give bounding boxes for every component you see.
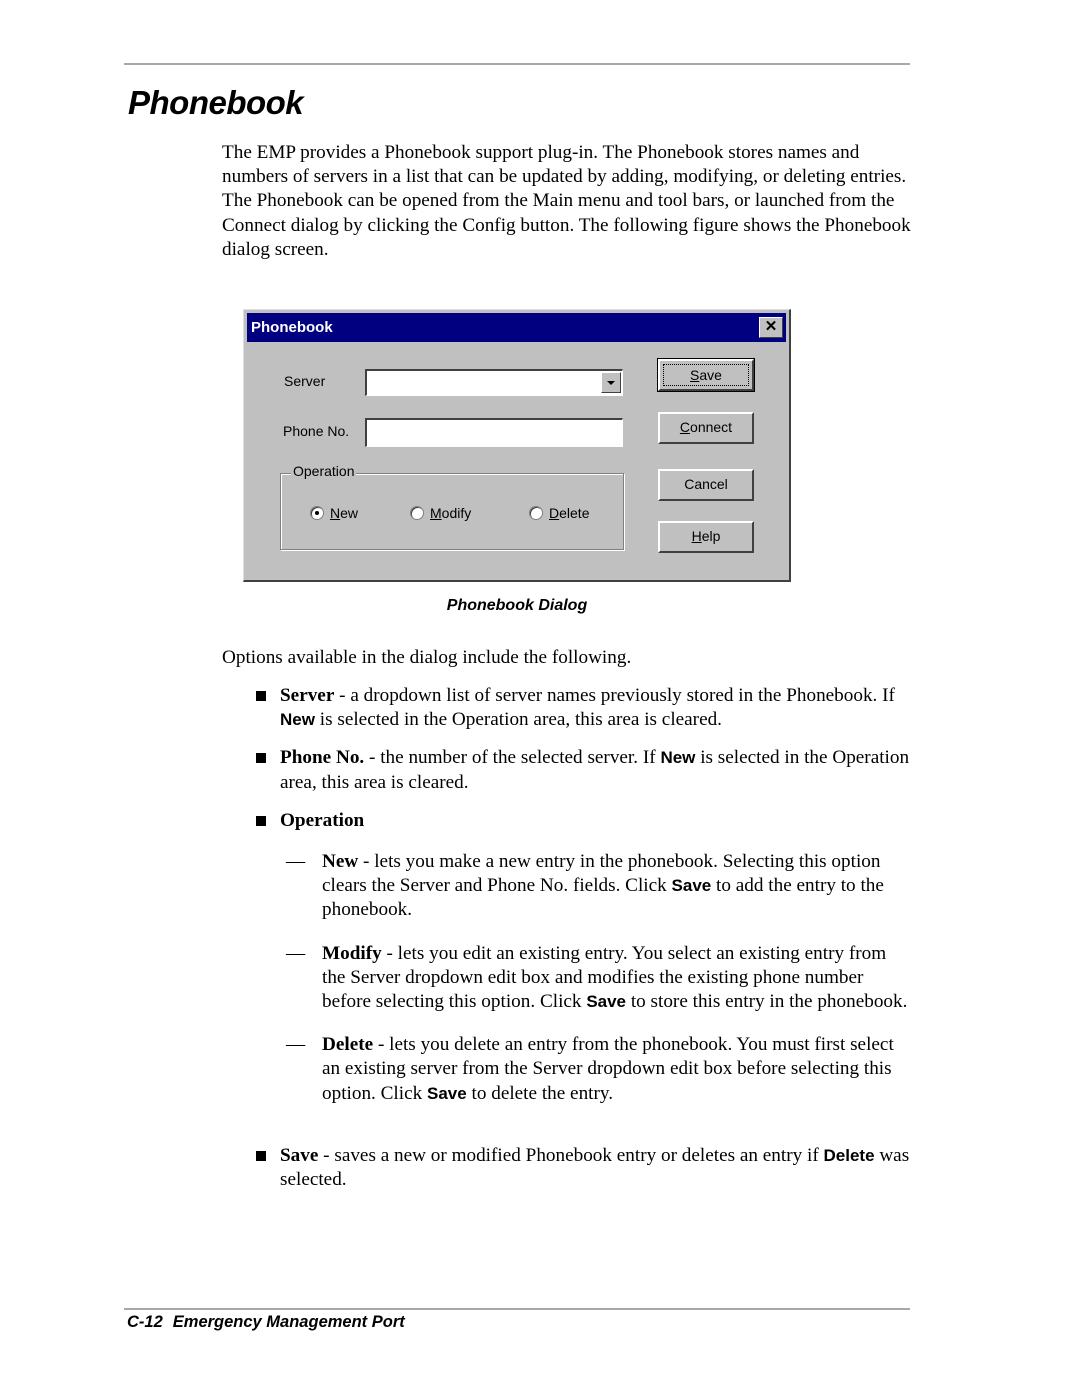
operation-label: Operation	[291, 463, 357, 479]
dash-icon: —	[286, 851, 306, 872]
header-rule	[124, 63, 910, 65]
footer-section: Emergency Management Port	[172, 1313, 405, 1331]
operation-sublist: — New - lets you make a new entry in the …	[286, 850, 912, 1125]
operation-group: Operation New Modify Delete	[280, 463, 624, 550]
server-dropdown[interactable]	[365, 369, 623, 396]
connect-button[interactable]: Connect	[658, 412, 754, 444]
options-list-continued: Save - saves a new or modified Phonebook…	[252, 1144, 912, 1206]
list-item-save: Save - saves a new or modified Phonebook…	[252, 1144, 912, 1192]
radio-modify[interactable]: Modify	[410, 505, 471, 521]
sublist-item-modify: — Modify - lets you edit an existing entr…	[286, 942, 908, 1013]
bullet-square-icon	[256, 1151, 266, 1161]
figure-caption: Phonebook Dialog	[446, 597, 588, 614]
focus-rect: Save	[663, 364, 749, 386]
save-button[interactable]: Save	[657, 358, 755, 392]
page-title: Phonebook	[128, 84, 304, 121]
radio-delete[interactable]: Delete	[529, 505, 589, 521]
radio-delete-label: Delete	[549, 505, 590, 521]
close-button[interactable]: ✕	[759, 317, 783, 338]
cancel-button[interactable]: Cancel	[658, 469, 754, 501]
chevron-down-icon[interactable]	[601, 372, 621, 393]
bullet-square-icon	[256, 815, 266, 826]
sublist-item-new: — New - lets you make a new entry in the …	[286, 851, 884, 921]
dash-icon: —	[286, 1034, 306, 1056]
phonebook-dialog: Phonebook ✕ Server Phone No. Operation N…	[243, 309, 791, 582]
dialog-title: Phonebook	[251, 319, 333, 336]
server-label: Server	[284, 373, 326, 389]
close-icon: ✕	[764, 318, 778, 335]
bullet-square-icon	[256, 691, 266, 701]
radio-unselected-icon	[410, 506, 424, 520]
radio-modify-label: Modify	[430, 505, 472, 521]
bullet-square-icon	[256, 753, 266, 764]
intro-paragraph: The EMP provides a Phonebook support plu…	[222, 142, 911, 260]
sublist-item-delete: — Delete - lets you delete an entry from …	[286, 1034, 894, 1104]
page-number: C-12	[127, 1313, 163, 1331]
list-item-server: Server - a dropdown list of server names…	[252, 684, 912, 732]
phone-input[interactable]	[365, 418, 623, 447]
dialog-titlebar: Phonebook ✕	[247, 313, 786, 342]
radio-unselected-icon	[529, 506, 543, 520]
list-item-phone: Phone No. - the number of the selected s…	[252, 746, 912, 794]
phone-label: Phone No.	[283, 423, 350, 439]
radio-new[interactable]: New	[310, 505, 358, 521]
list-item-operation: Operation	[252, 809, 912, 833]
radio-new-label: New	[330, 505, 359, 521]
options-intro: Options available in the dialog include …	[222, 647, 632, 668]
footer-rule	[124, 1308, 910, 1310]
dash-icon: —	[286, 942, 306, 964]
radio-selected-icon	[310, 506, 324, 520]
page-footer: C-12 Emergency Management Port	[127, 1313, 405, 1332]
options-list: Server - a dropdown list of server names…	[252, 684, 912, 847]
help-button[interactable]: Help	[658, 521, 754, 553]
